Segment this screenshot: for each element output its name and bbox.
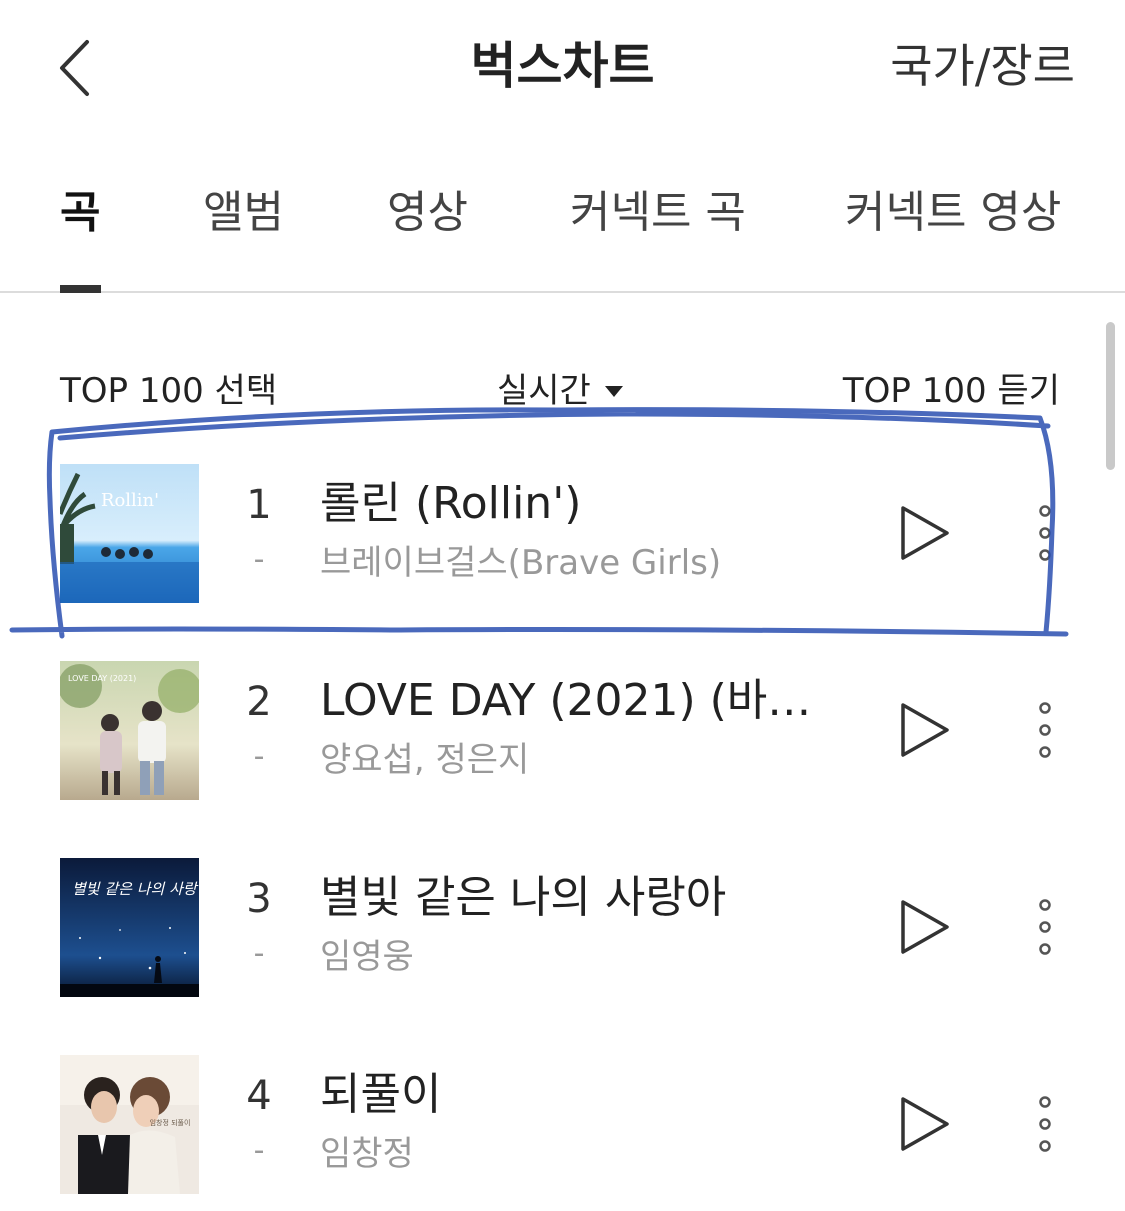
tab-albums[interactable]: 앨범 — [203, 183, 284, 243]
rank-number: 1 — [246, 482, 272, 528]
song-artist[interactable]: 브레이브걸스(Brave Girls) — [320, 540, 835, 586]
track-row[interactable]: 별빛 같은 나의 사랑아 3 - 별빛 같은 나의 사랑아 임영웅 — [0, 854, 1125, 999]
more-options-button[interactable] — [1028, 699, 1062, 761]
album-cover[interactable]: Rollin' — [60, 464, 199, 603]
caret-down-icon — [604, 385, 623, 397]
tab-videos[interactable]: 영상 — [387, 183, 468, 243]
tab-connect-songs[interactable]: 커넥트 곡 — [570, 183, 746, 243]
rank-change: - — [253, 542, 265, 577]
rank-number: 3 — [246, 876, 272, 922]
track-row[interactable]: LOVE DAY (2021) 2 - LOVE DAY (2021) (바른연… — [0, 657, 1125, 802]
album-cover[interactable]: LOVE DAY (2021) — [60, 661, 199, 800]
song-artist[interactable]: 임영웅 — [320, 934, 835, 980]
more-vertical-icon — [1039, 702, 1051, 758]
play-icon — [901, 506, 949, 560]
tab-connect-videos[interactable]: 커넥트 영상 — [845, 183, 1061, 243]
song-title[interactable]: 되풀이 — [320, 1067, 835, 1123]
song-artist[interactable]: 임창정 — [320, 1131, 835, 1177]
track-row[interactable]: 임창정 되풀이 4 - 되풀이 임창정 — [0, 1051, 1125, 1196]
more-options-button[interactable] — [1028, 896, 1062, 958]
more-options-button[interactable] — [1028, 1093, 1062, 1155]
song-title[interactable]: LOVE DAY (2021) (바른연애 길잡이 X 양요섭, 정은지) — [320, 673, 835, 729]
more-options-button[interactable] — [1028, 502, 1062, 564]
album-cover-art: Rollin' — [60, 464, 199, 603]
top-bar: 벅스차트 국가/장르 — [0, 0, 1125, 135]
back-button[interactable] — [40, 30, 110, 105]
play-icon — [901, 900, 949, 954]
active-tab-indicator — [60, 285, 101, 293]
rank-change: - — [253, 1133, 265, 1168]
top100-select-button[interactable]: TOP 100 선택 — [60, 365, 277, 417]
album-cover[interactable]: 별빛 같은 나의 사랑아 — [60, 858, 199, 997]
period-dropdown[interactable]: 실시간 — [497, 365, 623, 417]
play-button[interactable] — [890, 894, 956, 960]
cover-title: 임창정 되풀이 — [150, 1118, 191, 1127]
cover-title: 별빛 같은 나의 사랑아 — [72, 880, 199, 898]
play-button[interactable] — [890, 500, 956, 566]
album-cover-art: 별빛 같은 나의 사랑아 — [60, 858, 199, 997]
more-vertical-icon — [1039, 899, 1051, 955]
cover-title: Rollin' — [101, 490, 159, 511]
period-label: 실시간 — [497, 371, 591, 411]
country-genre-link[interactable]: 국가/장르 — [890, 38, 1075, 94]
chart-tabs: 곡 앨범 영상 커넥트 곡 커넥트 영상 — [0, 175, 1125, 293]
more-vertical-icon — [1039, 1096, 1051, 1152]
rank-number: 4 — [246, 1073, 272, 1119]
album-cover-art: LOVE DAY (2021) — [60, 661, 199, 800]
cover-title: LOVE DAY (2021) — [68, 674, 136, 683]
rank-number: 2 — [246, 679, 272, 725]
rank-change: - — [253, 739, 265, 774]
album-cover-art: 임창정 되풀이 — [60, 1055, 199, 1194]
more-vertical-icon — [1039, 505, 1051, 561]
track-row[interactable]: Rollin' 1 - 롤린 (Rollin') 브레이브걸스(Brave Gi… — [0, 460, 1125, 605]
play-button[interactable] — [890, 1091, 956, 1157]
song-title[interactable]: 롤린 (Rollin') — [320, 476, 835, 532]
song-title[interactable]: 별빛 같은 나의 사랑아 — [320, 870, 835, 926]
chart-options: TOP 100 선택 실시간 TOP 100 듣기 — [0, 365, 1125, 425]
tab-songs[interactable]: 곡 — [60, 183, 100, 243]
top100-listen-button[interactable]: TOP 100 듣기 — [843, 365, 1060, 417]
chevron-left-icon — [60, 39, 89, 96]
scrollbar[interactable] — [1106, 322, 1115, 470]
song-artist[interactable]: 양요섭, 정은지 — [320, 737, 835, 783]
rank-change: - — [253, 936, 265, 971]
play-button[interactable] — [890, 697, 956, 763]
play-icon — [901, 703, 949, 757]
play-icon — [901, 1097, 949, 1151]
album-cover[interactable]: 임창정 되풀이 — [60, 1055, 199, 1194]
